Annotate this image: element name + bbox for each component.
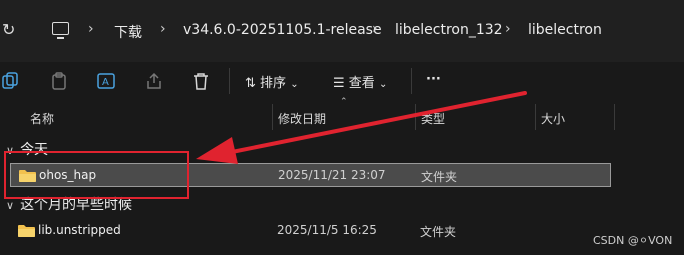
watermark: CSDN @⚪VON bbox=[593, 234, 673, 247]
annotation-arrow-icon bbox=[196, 91, 527, 164]
